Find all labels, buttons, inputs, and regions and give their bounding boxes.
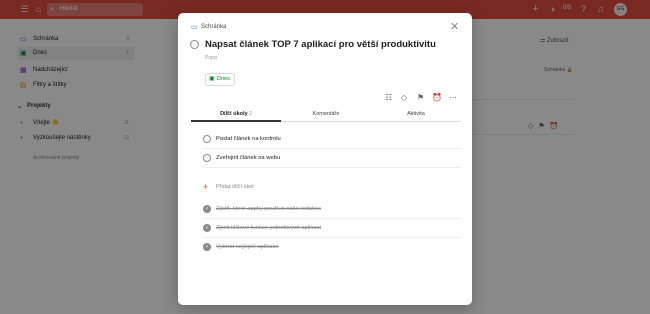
add-subtask-button[interactable]: + Přidat dílčí úkol — [203, 181, 254, 193]
alarm-icon[interactable]: ⏰ — [432, 92, 442, 104]
flag-icon[interactable]: ⚑ — [417, 92, 424, 104]
subtask-checkbox-checked[interactable] — [203, 200, 211, 219]
tab-comments[interactable]: Komentáře — [281, 108, 371, 122]
subtask-row[interactable]: Zveřejnit článek na webu — [203, 149, 461, 168]
calendar-icon: ▣ — [209, 76, 215, 82]
subtask-label: Poslat článek na kontrolu — [216, 136, 281, 142]
description-field[interactable]: Popis — [205, 55, 218, 61]
more-icon[interactable]: ⋯ — [449, 92, 457, 104]
inbox-icon: ▭ — [191, 24, 198, 31]
completed-subtask-row[interactable]: Zjistit, které appky používá naše redakc… — [203, 200, 461, 219]
due-date-button[interactable]: ▣ Dnes — [205, 73, 235, 86]
close-icon[interactable]: ✕ — [450, 22, 459, 33]
plus-icon: + — [203, 182, 209, 192]
completed-subtask-row[interactable]: Zjistit klíčové funkce jednotlivých apli… — [203, 219, 461, 238]
subtask-checkbox[interactable] — [203, 154, 211, 162]
task-title[interactable]: Napsat článek TOP 7 aplikací pro větší p… — [205, 39, 436, 50]
subtask-checkbox-checked[interactable] — [203, 219, 211, 238]
tag-icon[interactable]: ◇ — [401, 92, 407, 104]
tab-activity[interactable]: Aktivita — [371, 108, 461, 122]
subtask-label: Zveřejnit článek na webu — [216, 155, 281, 161]
task-toolbar: ☷ ◇ ⚑ ⏰ ⋯ — [385, 92, 465, 104]
completed-subtask-row[interactable]: Vybírat nejlepší aplikace — [203, 238, 461, 257]
subtask-label: Zjistit, které appky používá naše redakc… — [216, 206, 322, 212]
task-complete-checkbox[interactable] — [190, 40, 199, 49]
tab-subtasks[interactable]: Dílčí úkoly 2 — [191, 108, 281, 122]
subtask-checkbox[interactable] — [203, 135, 211, 143]
task-detail-modal: ▭ Schránka ✕ Napsat článek TOP 7 aplikac… — [178, 13, 472, 305]
subtask-label: Vybírat nejlepší aplikace — [216, 244, 279, 250]
tab-bar: Dílčí úkoly 2 Komentáře Aktivita — [191, 108, 461, 122]
subtask-row[interactable]: Poslat článek na kontrolu — [203, 130, 461, 149]
modal-project[interactable]: ▭ Schránka — [191, 24, 226, 31]
subtasks-list-icon[interactable]: ☷ — [385, 92, 392, 104]
subtask-label: Zjistit klíčové funkce jednotlivých apli… — [216, 225, 322, 231]
subtask-checkbox-checked[interactable] — [203, 238, 211, 257]
